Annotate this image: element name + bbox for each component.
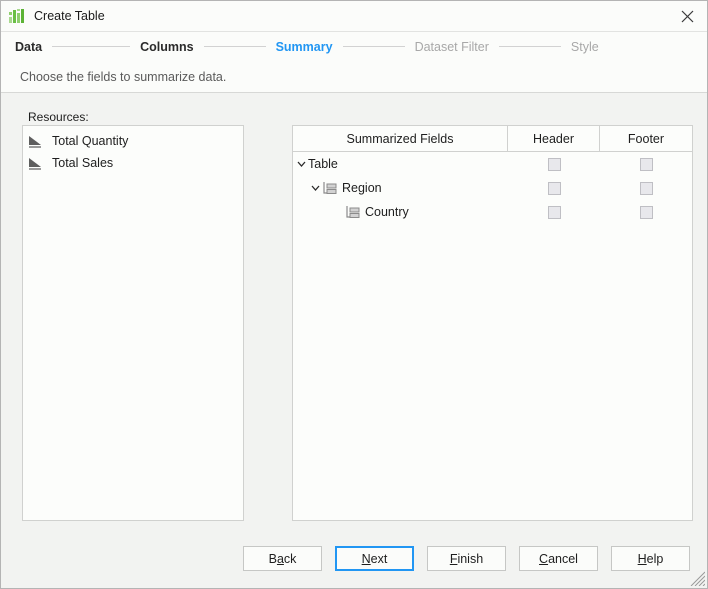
- step-data[interactable]: Data: [15, 40, 42, 54]
- tree-node-label: Region: [342, 181, 382, 195]
- footer-checkbox[interactable]: [640, 182, 653, 195]
- tree-node-table[interactable]: Table: [293, 152, 508, 176]
- tree-node-region[interactable]: Region: [293, 176, 508, 200]
- header-checkbox-cell[interactable]: [508, 152, 600, 176]
- title-bar: Create Table: [1, 1, 707, 32]
- list-item[interactable]: Total Sales: [23, 152, 243, 174]
- wizard-stepper: Data Columns Summary Dataset Filter Styl…: [1, 32, 707, 61]
- footer-checkbox[interactable]: [640, 158, 653, 171]
- resources-panel: Total Quantity Total Sales: [22, 125, 244, 521]
- bar-chart-icon: [9, 8, 26, 24]
- list-item[interactable]: Total Quantity: [23, 130, 243, 152]
- footer-checkbox[interactable]: [640, 206, 653, 219]
- column-header-summarized-fields[interactable]: Summarized Fields: [293, 126, 508, 151]
- chevron-down-icon[interactable]: [310, 183, 321, 194]
- resources-label: Resources:: [28, 110, 89, 124]
- instruction-bar: Choose the fields to summarize data.: [1, 61, 707, 93]
- table-row[interactable]: Table: [293, 152, 692, 176]
- header-checkbox[interactable]: [548, 206, 561, 219]
- create-table-dialog: Create Table Data Columns Summary Datase…: [0, 0, 708, 589]
- footer-checkbox-cell[interactable]: [600, 176, 692, 200]
- close-icon[interactable]: [667, 1, 707, 31]
- header-checkbox-cell[interactable]: [508, 176, 600, 200]
- table-row[interactable]: Country: [293, 200, 692, 224]
- cancel-button-label: Cancel: [539, 552, 578, 566]
- button-row: Back Next Finish Cancel Help: [243, 546, 690, 571]
- step-dataset-filter[interactable]: Dataset Filter: [415, 40, 489, 54]
- cancel-button[interactable]: Cancel: [519, 546, 598, 571]
- measure-icon: [28, 135, 44, 148]
- help-button[interactable]: Help: [611, 546, 690, 571]
- tree-node-label: Country: [365, 205, 409, 219]
- column-header-header[interactable]: Header: [508, 126, 600, 151]
- measure-icon: [28, 157, 44, 170]
- chevron-down-icon[interactable]: [296, 159, 307, 170]
- tree-node-label: Table: [308, 157, 338, 171]
- resize-grip-icon[interactable]: [689, 570, 705, 586]
- resource-name: Total Sales: [52, 156, 113, 170]
- header-checkbox[interactable]: [548, 182, 561, 195]
- finish-button-label: Finish: [450, 552, 483, 566]
- step-columns[interactable]: Columns: [140, 40, 193, 54]
- footer-checkbox-cell[interactable]: [600, 200, 692, 224]
- table-row[interactable]: Region: [293, 176, 692, 200]
- next-button[interactable]: Next: [335, 546, 414, 571]
- window-title: Create Table: [34, 9, 105, 23]
- header-checkbox[interactable]: [548, 158, 561, 171]
- summarized-fields-grid: Summarized Fields Header Footer Table: [292, 125, 693, 521]
- finish-button[interactable]: Finish: [427, 546, 506, 571]
- step-style[interactable]: Style: [571, 40, 599, 54]
- dialog-footer: Back Next Finish Cancel Help: [1, 534, 707, 588]
- header-checkbox-cell[interactable]: [508, 200, 600, 224]
- back-button[interactable]: Back: [243, 546, 322, 571]
- close-glyph: [681, 10, 694, 23]
- step-summary[interactable]: Summary: [276, 40, 333, 54]
- help-button-label: Help: [638, 552, 664, 566]
- column-header-footer[interactable]: Footer: [600, 126, 692, 151]
- instruction-text: Choose the fields to summarize data.: [20, 70, 226, 84]
- dialog-body: Resources: Total Quantity Total Sales Su…: [1, 94, 707, 534]
- group-field-icon: [345, 206, 361, 219]
- grid-header-row: Summarized Fields Header Footer: [293, 126, 692, 152]
- resource-name: Total Quantity: [52, 134, 128, 148]
- footer-checkbox-cell[interactable]: [600, 152, 692, 176]
- group-field-icon: [322, 182, 338, 195]
- back-button-label: Back: [269, 552, 297, 566]
- next-button-label: Next: [362, 552, 388, 566]
- tree-node-country[interactable]: Country: [293, 200, 508, 224]
